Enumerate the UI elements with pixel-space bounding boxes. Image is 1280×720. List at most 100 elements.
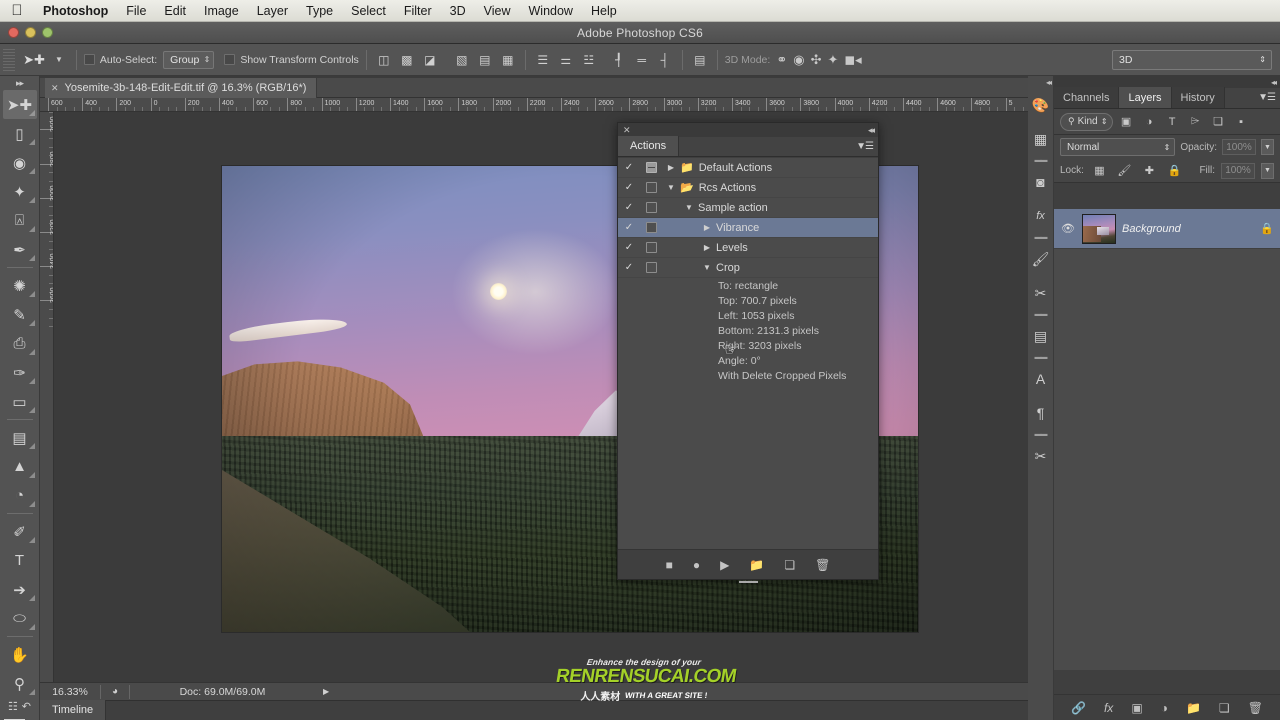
blur-tool[interactable]: ▲ [3, 452, 37, 481]
horizontal-type-tool[interactable]: T [3, 546, 37, 575]
action-enabled-check[interactable]: ✓ [618, 242, 640, 253]
create-new-action-button[interactable]: ❏ [784, 558, 795, 572]
brush-tool[interactable]: ✎ [3, 300, 37, 329]
delete-button[interactable]: 🗑 [815, 558, 830, 572]
align-bottom-edges-icon[interactable]: ▦ [498, 50, 518, 70]
color-panel-icon[interactable]: 🎨 [1028, 88, 1053, 122]
actions-panel-titlebar[interactable]: ✕ ◂◂ [618, 123, 878, 137]
lock-transparent-pixels-icon[interactable]: ▦ [1090, 162, 1109, 180]
hand-tool[interactable]: ✋ [3, 640, 37, 669]
path-selection-tool[interactable]: ➔ [3, 575, 37, 604]
resize-grip[interactable]: ▬▬▬ [739, 578, 758, 585]
move-tool[interactable]: ➤✚ [2, 90, 37, 119]
chevron-right-icon[interactable]: ▶ [315, 687, 329, 696]
play-selection-button[interactable]: ▶ [720, 558, 729, 572]
canvas-stage[interactable] [54, 112, 1028, 682]
delete-layer-button[interactable]: 🗑 [1248, 701, 1263, 715]
tools-panel-grip[interactable]: ▸▸ [0, 76, 39, 90]
slide-3d-icon[interactable]: ✦ [827, 52, 838, 68]
move-tool-icon[interactable]: ➤✚ [19, 49, 49, 71]
action-dialog-toggle[interactable] [640, 162, 662, 173]
chevron-right-icon[interactable]: ▶ [662, 163, 680, 172]
scale-3d-camera-icon[interactable]: ◼◂ [844, 52, 861, 68]
fill-stepper[interactable]: ▼ [1261, 162, 1274, 179]
eyedropper-tool[interactable]: ✒ [3, 235, 37, 264]
filter-smart-objects-icon[interactable]: ❏ [1209, 113, 1228, 131]
panel-menu-icon[interactable]: ▼☰ [856, 141, 874, 152]
align-right-edges-icon[interactable]: ◪ [420, 50, 440, 70]
filter-adjustment-layers-icon[interactable]: ◑ [1140, 113, 1159, 131]
opacity-value[interactable]: 100% [1222, 139, 1256, 155]
action-enabled-check[interactable]: ✓ [618, 202, 640, 213]
menu-item-layer[interactable]: Layer [248, 0, 297, 22]
collapse-to-icons-icon[interactable]: ◂◂ [868, 125, 875, 136]
chevron-right-icon[interactable]: ▶ [698, 243, 716, 252]
histogram-panel-icon[interactable]: ▤ [1028, 319, 1053, 353]
ellipse-tool[interactable]: ⬭ [3, 604, 37, 633]
quick-selection-tool[interactable]: ✦ [3, 177, 37, 206]
action-row-sample-action[interactable]: ✓ ▼ Sample action [618, 198, 878, 218]
eraser-tool[interactable]: ▭ [3, 387, 37, 416]
layer-thumbnail[interactable] [1082, 213, 1116, 244]
distribute-horizontal-centers-icon[interactable]: ═ [632, 50, 652, 70]
distribute-spacing-icon[interactable]: ▤ [690, 50, 710, 70]
brush-presets-panel-icon[interactable]: ✂ [1028, 276, 1053, 310]
create-new-set-button[interactable]: 📁 [749, 558, 764, 572]
action-row-crop[interactable]: ✓ ▼ Crop [618, 258, 878, 278]
menu-item-select[interactable]: Select [342, 0, 395, 22]
filter-toggle-icon[interactable]: ▪ [1232, 113, 1251, 131]
action-enabled-check[interactable]: ✓ [618, 262, 640, 273]
filter-pixel-layers-icon[interactable]: ▣ [1117, 113, 1136, 131]
layer-visibility-icon[interactable]: 👁 [1060, 222, 1076, 235]
fill-value[interactable]: 100% [1221, 162, 1255, 179]
screen-mode-icon[interactable]: ☷ [8, 700, 18, 713]
stop-playing-button[interactable]: ■ [666, 558, 673, 572]
tool-presets-panel-icon[interactable]: ✂ [1028, 439, 1053, 473]
spot-healing-brush-tool[interactable]: ✺ [3, 271, 37, 300]
align-top-edges-icon[interactable]: ▧ [452, 50, 472, 70]
crop-tool[interactable]: ⍓ [3, 206, 37, 235]
action-dialog-toggle[interactable] [640, 182, 662, 193]
show-transform-controls-checkbox[interactable] [224, 54, 236, 65]
clone-stamp-tool[interactable]: ⎙ [3, 329, 37, 358]
document-tab[interactable]: ✕ Yosemite-3b-148-Edit-Edit.tif @ 16.3% … [45, 78, 318, 98]
action-dialog-toggle[interactable] [640, 222, 662, 233]
action-row-rcs-actions[interactable]: ✓ ▼ 📂 Rcs Actions [618, 178, 878, 198]
action-row-vibrance[interactable]: ✓ ▶ Vibrance [618, 218, 878, 238]
action-enabled-check[interactable]: ✓ [618, 162, 640, 173]
layer-style-button[interactable]: fx [1104, 701, 1113, 715]
action-dialog-toggle[interactable] [640, 242, 662, 253]
auto-select-scope-dropdown[interactable]: Group [163, 50, 215, 69]
character-panel-icon[interactable]: A [1028, 362, 1053, 396]
panel-menu-icon[interactable]: ▼☰ [1258, 92, 1276, 103]
zoom-level-field[interactable]: 16.33% [40, 686, 100, 698]
menu-item-image[interactable]: Image [195, 0, 248, 22]
menu-item-file[interactable]: File [117, 0, 155, 22]
blend-mode-dropdown[interactable]: Normal [1060, 138, 1176, 156]
menu-item-type[interactable]: Type [297, 0, 342, 22]
chevron-down-icon[interactable]: ▼ [698, 263, 716, 272]
distribute-right-edges-icon[interactable]: ┤ [655, 50, 675, 70]
chevron-right-icon[interactable]: ▶ [698, 223, 716, 232]
menu-item-view[interactable]: View [475, 0, 520, 22]
chevron-down-icon[interactable]: ▼ [662, 183, 680, 192]
new-group-button[interactable]: 📁 [1186, 701, 1201, 715]
apple-icon[interactable]:  [0, 3, 34, 18]
menu-item-filter[interactable]: Filter [395, 0, 441, 22]
lock-all-icon[interactable]: 🔒 [1165, 162, 1184, 180]
link-layers-button[interactable]: 🔗 [1071, 701, 1086, 715]
layer-row-background[interactable]: 👁 Background 🔒 [1054, 209, 1280, 249]
opacity-stepper[interactable]: ▼ [1261, 139, 1274, 155]
dodge-tool[interactable]: ◔ [3, 481, 37, 510]
distribute-vertical-centers-icon[interactable]: ⚌ [556, 50, 576, 70]
tab-layers[interactable]: Layers [1119, 87, 1172, 108]
close-icon[interactable]: ✕ [623, 125, 631, 136]
action-row-default-actions[interactable]: ✓ ▶ 📁 Default Actions [618, 158, 878, 178]
workspace-switcher[interactable]: 3D [1112, 49, 1272, 70]
swatches-panel-icon[interactable]: ▦ [1028, 122, 1053, 156]
roll-3d-icon[interactable]: ◉ [793, 52, 804, 68]
paragraph-panel-icon[interactable]: ¶ [1028, 396, 1053, 430]
begin-recording-button[interactable]: ● [693, 558, 700, 572]
chevron-down-icon[interactable]: ▼ [49, 55, 69, 64]
distribute-bottom-edges-icon[interactable]: ☳ [579, 50, 599, 70]
